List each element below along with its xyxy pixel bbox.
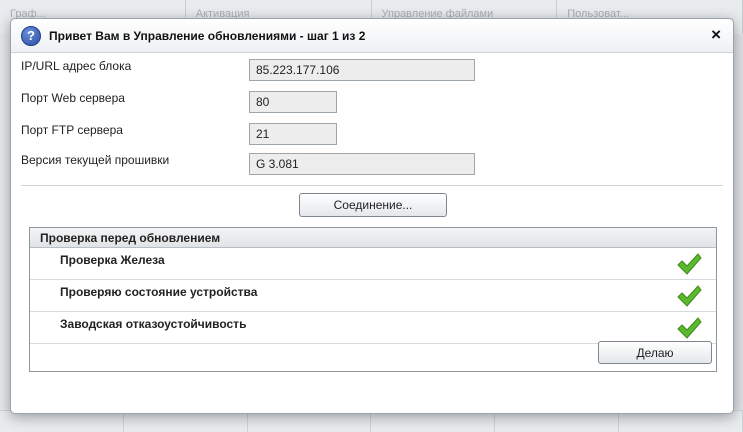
precheck-panel: Проверка перед обновлением Проверка Желе… (29, 227, 717, 372)
ip-url-row: IP/URL адрес блока 85.223.177.106 (21, 59, 475, 81)
close-button[interactable]: × (711, 26, 721, 44)
ip-url-field[interactable]: 85.223.177.106 (249, 59, 475, 81)
ftp-port-row: Порт FTP сервера 21 (21, 123, 337, 145)
web-port-row: Порт Web сервера 80 (21, 91, 337, 113)
precheck-item-label: Проверяю состояние устройства (60, 285, 258, 299)
web-port-label: Порт Web сервера (21, 91, 125, 105)
precheck-item: Проверка Железа (30, 248, 716, 280)
web-port-field[interactable]: 80 (249, 91, 337, 113)
precheck-item-label: Проверка Железа (60, 253, 165, 267)
divider (21, 185, 723, 186)
ip-url-label: IP/URL адрес блока (21, 59, 132, 73)
ftp-port-field[interactable]: 21 (249, 123, 337, 145)
precheck-item: Проверяю состояние устройства (30, 280, 716, 312)
precheck-header: Проверка перед обновлением (30, 228, 716, 248)
precheck-item-label: Заводская отказоустойчивость (60, 317, 247, 331)
firmware-version-label: Версия текущей прошивки (21, 153, 170, 167)
dialog-title: Привет Вам в Управление обновлениями - ш… (49, 28, 366, 43)
checkmark-icon (677, 317, 702, 339)
precheck-item: Заводская отказоустойчивость (30, 312, 716, 344)
proceed-button[interactable]: Делаю (598, 341, 712, 364)
ftp-port-label: Порт FTP сервера (21, 123, 123, 137)
checkmark-icon (677, 253, 702, 275)
checkmark-icon (677, 285, 702, 307)
update-management-dialog: ? Привет Вам в Управление обновлениями -… (10, 18, 734, 414)
help-icon[interactable]: ? (21, 25, 41, 46)
firmware-version-field[interactable]: G 3.081 (249, 153, 475, 175)
connect-button[interactable]: Соединение... (299, 193, 447, 217)
dialog-titlebar: ? Привет Вам в Управление обновлениями -… (11, 19, 733, 53)
firmware-version-row: Версия текущей прошивки G 3.081 (21, 153, 475, 175)
